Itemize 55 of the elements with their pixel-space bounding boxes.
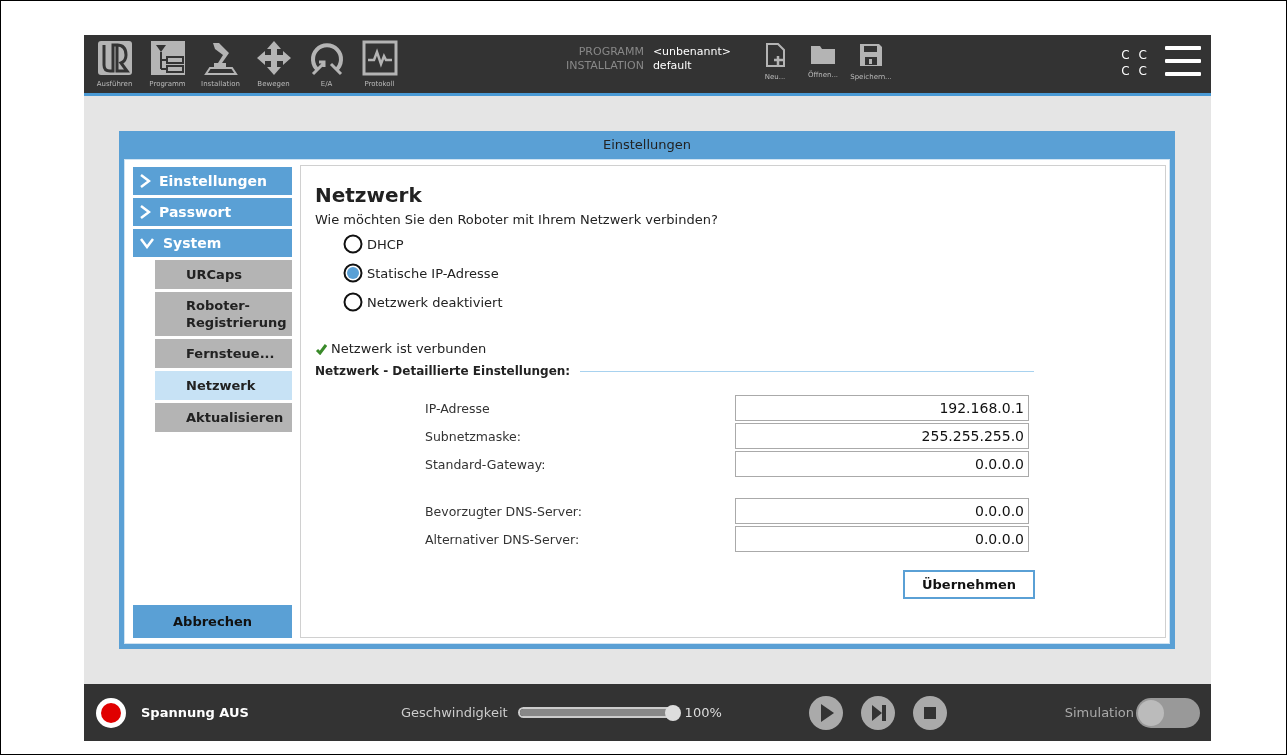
- cancel-button[interactable]: Abbrechen: [133, 605, 292, 638]
- speed-label: Geschwindigkeit: [401, 705, 508, 720]
- installation-name: default: [652, 59, 693, 73]
- field-label: Bevorzugter DNS-Server:: [424, 503, 583, 519]
- radio-option[interactable]: Netzwerk deaktiviert: [343, 292, 503, 312]
- sidebar-item[interactable]: Aktualisieren: [155, 403, 292, 432]
- question-text: Wie möchten Sie den Roboter mit Ihrem Netzwerk verbinden?: [315, 212, 719, 227]
- page-title: Netzwerk: [315, 183, 423, 207]
- program-label: PROGRAMM: [577, 45, 644, 59]
- field-label: Subnetzmaske:: [424, 428, 522, 444]
- input-field[interactable]: 0.0.0.0: [735, 498, 1029, 524]
- dialog-title: Einstellungen: [602, 136, 692, 154]
- simulation-toggle[interactable]: [1136, 697, 1200, 728]
- chevron-right-icon: [139, 204, 151, 220]
- check-icon: [315, 342, 327, 355]
- sidebar-item[interactable]: URCaps: [155, 260, 292, 289]
- section-title: Netzwerk - Detaillierte Einstellungen:: [315, 364, 571, 378]
- input-field[interactable]: 0.0.0.0: [735, 526, 1029, 552]
- apply-button[interactable]: Übernehmen: [903, 570, 1035, 599]
- radio-option[interactable]: Statische IP-Adresse: [343, 263, 499, 283]
- new-file-icon: [764, 43, 786, 67]
- sidebar-item[interactable]: Fernsteue...: [155, 339, 292, 368]
- robot-logo-icon: [96, 40, 133, 76]
- field-label: Alternativer DNS-Server:: [424, 531, 581, 547]
- chevron-right-icon: [139, 173, 151, 189]
- simulation-label: Simulation: [1064, 705, 1134, 720]
- power-status: Spannung AUS: [141, 705, 250, 720]
- step-icon[interactable]: [859, 694, 896, 731]
- program-tree-icon: [149, 40, 186, 76]
- status-letter: C: [1138, 47, 1147, 63]
- io-cycle-icon: [308, 40, 345, 76]
- radio-option[interactable]: DHCP: [343, 234, 404, 254]
- status-letter: C: [1121, 63, 1130, 79]
- play-icon[interactable]: [807, 694, 844, 731]
- input-field[interactable]: 192.168.0.1: [735, 395, 1029, 421]
- sidebar-item[interactable]: Roboter- Registrierung: [155, 292, 292, 336]
- menu-icon[interactable]: [1165, 46, 1201, 76]
- status-letter: C: [1121, 47, 1130, 63]
- stop-icon[interactable]: [911, 694, 948, 731]
- installation-label: INSTALLATION: [566, 59, 644, 73]
- folder-icon: [810, 43, 836, 65]
- input-field[interactable]: 255.255.255.0: [735, 423, 1029, 449]
- robot-arm-icon: [202, 40, 239, 76]
- field-label: Standard-Gateway:: [424, 456, 547, 472]
- field-label: IP-Adresse: [424, 400, 491, 416]
- program-name: <unbenannt>: [652, 45, 731, 59]
- sidebar-item[interactable]: Netzwerk: [155, 371, 292, 400]
- power-button-icon[interactable]: [95, 696, 127, 729]
- input-field[interactable]: 0.0.0.0: [735, 451, 1029, 477]
- chevron-down-icon: [139, 237, 155, 249]
- move-arrows-icon: [255, 40, 292, 76]
- waveform-log-icon: [361, 40, 398, 76]
- status-text: Netzwerk ist verbunden: [331, 341, 487, 356]
- speed-reading: 100%: [684, 705, 722, 720]
- status-letter: C: [1138, 63, 1147, 79]
